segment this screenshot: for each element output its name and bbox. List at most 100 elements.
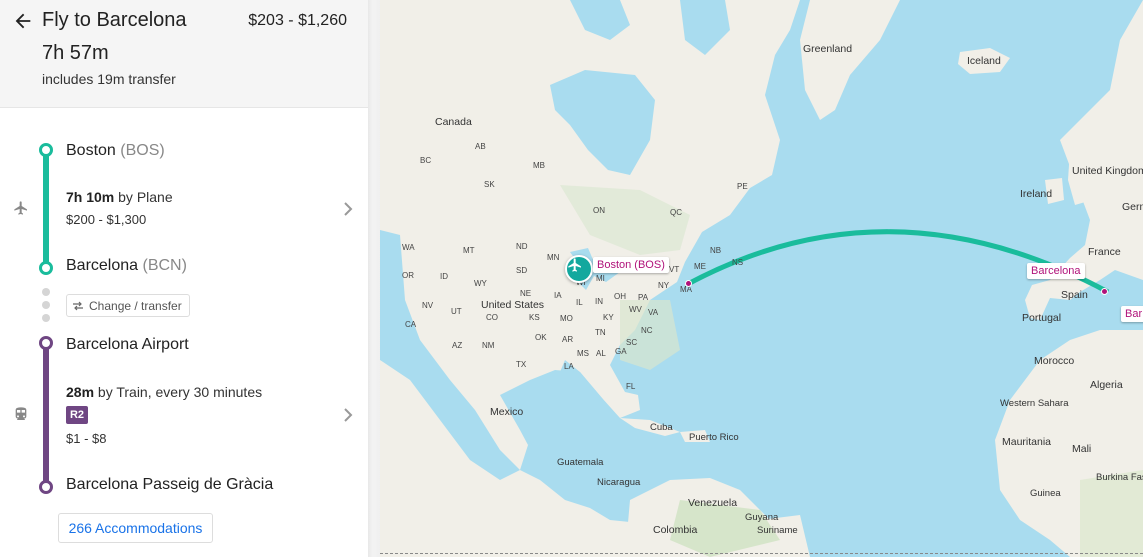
sidebar-divider — [368, 0, 380, 557]
map-label-greenland: Greenland — [803, 43, 853, 55]
map-label-state: TN — [595, 328, 606, 337]
map-label-portugal: Portugal — [1022, 312, 1062, 324]
train-end-stop: Barcelona Passeig de Gràcia — [66, 476, 274, 493]
map-label-state: IA — [554, 291, 562, 300]
map-label-state: NV — [422, 301, 434, 310]
map-label-guyana: Guyana — [745, 512, 779, 523]
map-label-state: MS — [577, 349, 589, 358]
map-label-state: ND — [516, 242, 528, 251]
map-label-state: PA — [638, 293, 649, 302]
map-label-state: OK — [535, 333, 547, 342]
map-label-state: MI — [596, 274, 605, 283]
chevron-right-icon — [344, 408, 353, 422]
train-line-badge: R2 — [66, 406, 88, 424]
transfer-dot — [42, 288, 50, 296]
barcelona-pin[interactable] — [1101, 288, 1108, 295]
map-label-state: UT — [451, 307, 462, 316]
map-label-province: QC — [670, 208, 682, 217]
map-label-state: GA — [615, 347, 627, 356]
map-label-colombia: Colombia — [653, 524, 698, 536]
map-label-iceland: Iceland — [967, 55, 1001, 67]
map-label-germany-partial: Germ — [1122, 201, 1143, 213]
map-label-spain: Spain — [1061, 289, 1088, 301]
map-label-canada: Canada — [435, 116, 472, 128]
map-label-state: AR — [562, 335, 574, 344]
destination-airport-stop: Barcelona (BCN) — [66, 257, 187, 275]
back-arrow-icon[interactable] — [12, 10, 34, 32]
map-label-state: LA — [564, 362, 574, 371]
map-label-guatemala: Guatemala — [557, 457, 604, 468]
transfer-note: includes 19m transfer — [42, 71, 176, 87]
map-label-state: KS — [529, 313, 540, 322]
map-scale-line — [380, 553, 1143, 554]
map-label-state: ME — [694, 262, 706, 271]
map-label-state: MO — [560, 314, 573, 323]
map-label-puerto-rico: Puerto Rico — [689, 432, 739, 443]
map-label-state: MN — [547, 253, 560, 262]
barcelona-label[interactable]: Barcelona — [1027, 263, 1085, 279]
map-label-state: IN — [595, 297, 603, 306]
map-label-province: AB — [475, 142, 486, 151]
map-label-state: NC — [641, 326, 653, 335]
map-label-cuba: Cuba — [650, 422, 673, 433]
destination-airport-code: (BCN) — [142, 257, 187, 274]
map-label-state: AL — [596, 349, 606, 358]
map-label-province: MB — [533, 161, 545, 170]
boston-pin[interactable] — [685, 280, 692, 287]
swap-icon — [73, 301, 83, 310]
map-label-state: CA — [405, 320, 417, 329]
map-label-ireland: Ireland — [1020, 188, 1053, 200]
change-transfer-chip[interactable]: Change / transfer — [66, 294, 190, 317]
plane-icon — [568, 258, 581, 272]
map-label-state: SD — [516, 266, 528, 275]
flight-duration: 7h 10m — [66, 189, 115, 205]
page-title: Fly to Barcelona — [42, 9, 187, 31]
map-label-province: NB — [710, 246, 722, 255]
map-label-state: IL — [576, 298, 583, 307]
total-duration: 7h 57m — [42, 42, 109, 64]
route-sidebar: Fly to Barcelona $203 - $1,260 7h 57m in… — [0, 0, 368, 557]
transfer-dot — [42, 301, 50, 309]
flight-segment[interactable]: 7h 10m by Plane $200 - $1,300 — [0, 180, 368, 240]
map-label-state: WA — [402, 243, 415, 252]
map-label-province: ON — [593, 206, 605, 215]
train-icon — [15, 407, 27, 420]
map-label-state: NM — [482, 341, 495, 350]
map-label-france: France — [1088, 246, 1121, 258]
map-label-province: NS — [732, 258, 744, 267]
accommodations-button[interactable]: 266 Accommodations — [58, 513, 213, 543]
boston-label[interactable]: Boston (BOS) — [593, 257, 669, 273]
boston-airport-marker[interactable] — [565, 255, 593, 283]
chevron-right-icon — [344, 202, 353, 216]
map-label-nicaragua: Nicaragua — [597, 477, 641, 488]
destination-node — [39, 261, 53, 275]
map-label-state: WY — [474, 279, 487, 288]
map-label-western-sahara: Western Sahara — [1000, 398, 1069, 409]
map-label-morocco: Morocco — [1034, 355, 1075, 367]
route-header: Fly to Barcelona $203 - $1,260 7h 57m in… — [0, 0, 368, 108]
forest-tint — [1080, 470, 1143, 557]
price-range: $203 - $1,260 — [248, 12, 347, 29]
train-info: 28m by Train, every 30 minutes — [66, 384, 262, 400]
train-duration: 28m — [66, 384, 95, 400]
map-label-province: BC — [420, 156, 432, 165]
map-label-united-states: United States — [481, 299, 545, 311]
barcelona-passeig-label[interactable]: Bar — [1121, 306, 1143, 322]
flight-price: $200 - $1,300 — [66, 212, 147, 227]
map-label-state: ID — [440, 272, 448, 281]
map-label-burkina-faso: Burkina Faso — [1096, 472, 1143, 483]
train-segment[interactable]: 28m by Train, every 30 minutes $1 - $8 — [0, 376, 368, 452]
map-label-mexico: Mexico — [490, 406, 524, 418]
map-label-state: CO — [486, 313, 498, 322]
map-label-algeria: Algeria — [1090, 379, 1123, 391]
map-label-state: SC — [626, 338, 638, 347]
train-start-node — [39, 336, 53, 350]
map-label-state: OR — [402, 271, 414, 280]
flight-info: 7h 10m by Plane — [66, 189, 173, 205]
map-label-state: AZ — [452, 341, 463, 350]
transfer-dot — [42, 314, 50, 322]
route-map[interactable]: Greenland Iceland Canada United Kingdom … — [380, 0, 1143, 557]
origin-node — [39, 143, 53, 157]
map-label-mali: Mali — [1072, 443, 1092, 455]
map-label-state: MT — [463, 246, 475, 255]
